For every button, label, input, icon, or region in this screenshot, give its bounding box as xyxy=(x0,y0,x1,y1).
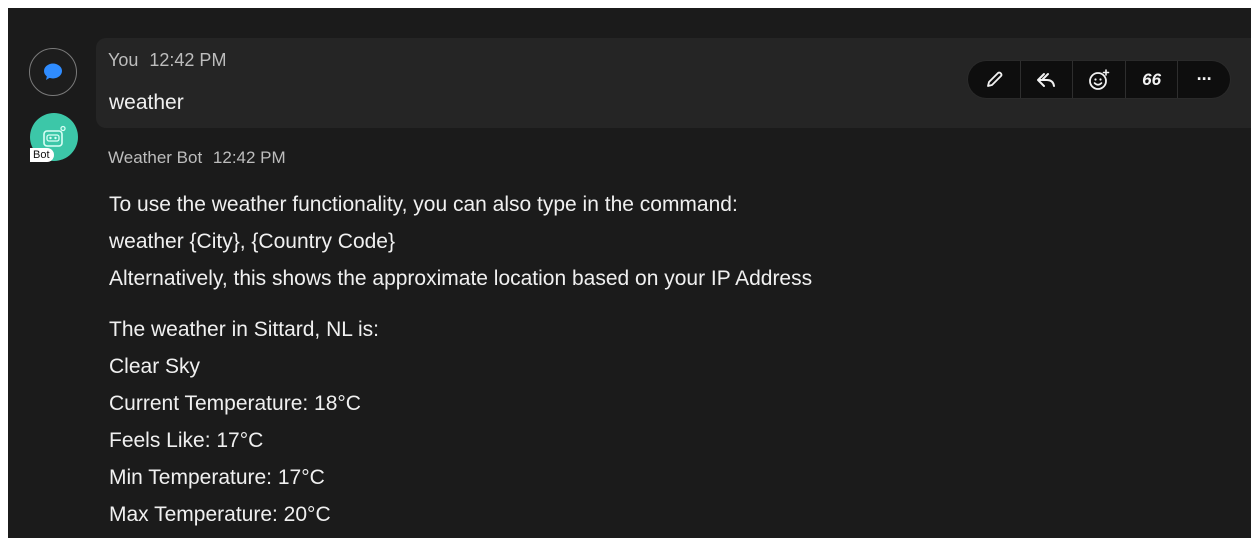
robot-icon xyxy=(43,125,66,147)
author-name[interactable]: Weather Bot xyxy=(108,148,202,167)
message-header: You 12:42 PM xyxy=(108,50,226,71)
quote-button[interactable]: 66 xyxy=(1126,61,1179,98)
avatar[interactable] xyxy=(29,48,77,96)
author-name[interactable]: You xyxy=(108,50,138,70)
message-line: To use the weather functionality, you ca… xyxy=(109,193,738,216)
edit-pencil-icon xyxy=(986,71,1003,87)
timestamp: 12:42 PM xyxy=(212,148,286,167)
message-line: Max Temperature: 20°C xyxy=(109,503,331,526)
message-text: weather xyxy=(109,91,184,114)
message-line: The weather in Sittard, NL is: xyxy=(109,318,380,341)
bot-badge: Bot xyxy=(30,148,54,162)
chat-bubble-icon xyxy=(44,63,62,80)
message-header: Weather Bot 12:42 PM xyxy=(108,148,286,168)
edit-button[interactable] xyxy=(968,61,1021,98)
message-line: Current Temperature: 18°C xyxy=(109,392,361,415)
message-line: Clear Sky xyxy=(109,355,201,378)
reply-icon xyxy=(1037,72,1056,87)
bot-message-body: To use the weather functionality, you ca… xyxy=(109,186,812,533)
timestamp: 12:42 PM xyxy=(149,50,227,70)
more-options-button[interactable]: ··· xyxy=(1178,61,1230,98)
reply-button[interactable] xyxy=(1021,61,1074,98)
message-line: weather {City}, {Country Code} xyxy=(109,230,396,253)
add-reaction-button[interactable] xyxy=(1073,61,1126,98)
add-reaction-icon xyxy=(1089,68,1110,90)
message-line: Alternatively, this shows the approximat… xyxy=(109,267,813,290)
message-line: Feels Like: 17°C xyxy=(109,429,264,452)
message-you[interactable]: You 12:42 PM weather 66 ··· xyxy=(8,38,1251,128)
quote-icon: 66 xyxy=(1142,69,1162,89)
message-actions-toolbar: 66 ··· xyxy=(968,61,1230,98)
more-icon: ··· xyxy=(1196,69,1213,89)
chat-window: You 12:42 PM weather 66 ··· Bot Weather … xyxy=(8,8,1251,538)
message-line: Min Temperature: 17°C xyxy=(109,466,325,489)
